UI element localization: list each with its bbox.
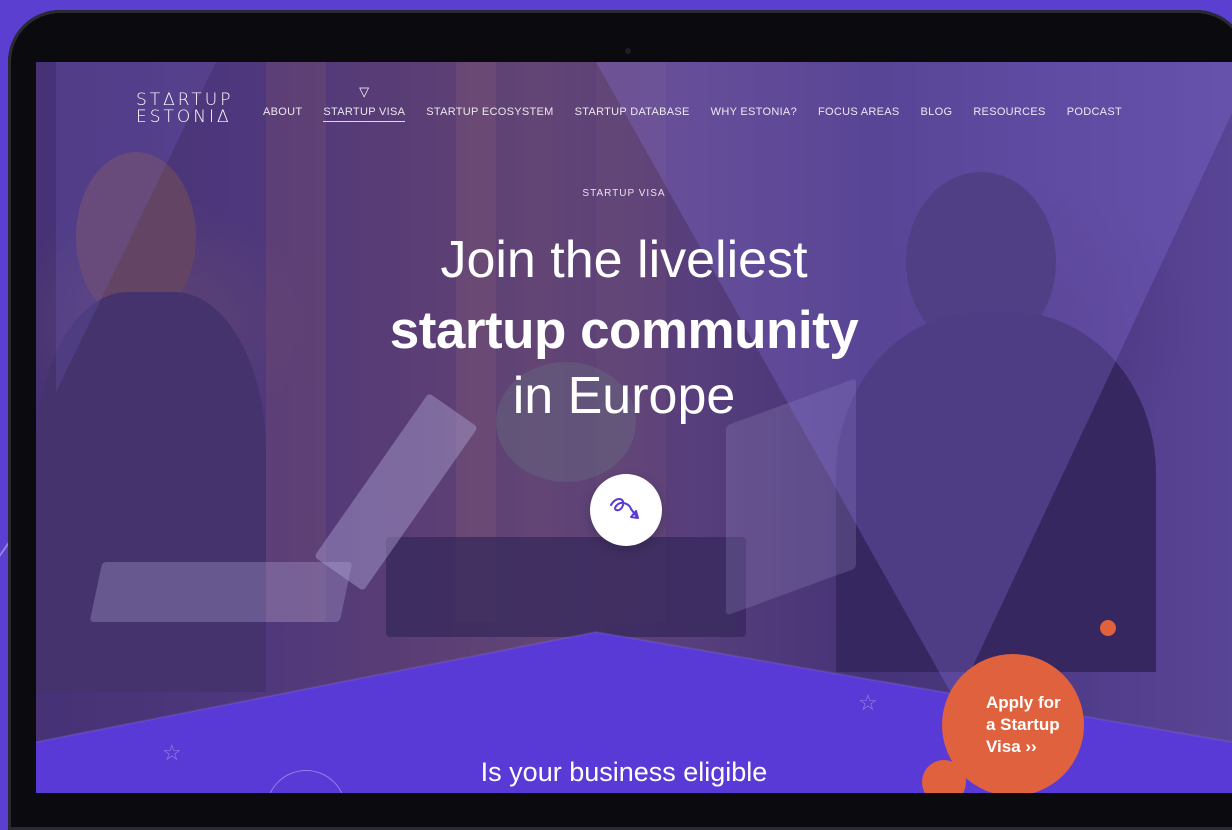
scroll-down-button[interactable] xyxy=(590,474,662,546)
hero-eyebrow: STARTUP VISA xyxy=(582,188,666,199)
decorative-dot xyxy=(1100,620,1116,636)
apply-label-line-2: a Startup xyxy=(986,715,1060,734)
nav-item-startup-visa[interactable]: ▽ STARTUP VISA xyxy=(323,84,406,122)
nav-item-about[interactable]: ABOUT xyxy=(263,106,302,122)
hero-headline-line-3: in Europe xyxy=(512,367,736,425)
nav-item-label: STARTUP VISA xyxy=(323,106,406,118)
main-navigation: STΔRTUP ESTONIΔ ABOUT ▽ STARTUP VISA STA… xyxy=(136,84,1136,130)
hero-headline-line-1: Join the liveliest xyxy=(440,231,808,289)
nav-item-startup-ecosystem[interactable]: STARTUP ECOSYSTEM xyxy=(426,106,553,122)
startup-estonia-logo[interactable]: STΔRTUP ESTONIΔ xyxy=(136,92,233,126)
nav-item-resources[interactable]: RESOURCES xyxy=(973,106,1045,122)
apply-startup-visa-button[interactable]: Apply for a Startup Visa ›› xyxy=(942,654,1084,793)
nav-item-focus-areas[interactable]: FOCUS AREAS xyxy=(818,106,900,122)
swirl-arrow-icon xyxy=(610,498,639,519)
star-icon: ☆ xyxy=(858,690,878,715)
camera-icon xyxy=(625,48,631,54)
website-screen: STΔRTUP ESTONIΔ ABOUT ▽ STARTUP VISA STA… xyxy=(36,62,1232,793)
nav-item-podcast[interactable]: PODCAST xyxy=(1067,106,1122,122)
nav-item-startup-database[interactable]: STARTUP DATABASE xyxy=(575,106,690,122)
nav-items: ABOUT ▽ STARTUP VISA STARTUP ECOSYSTEM S… xyxy=(263,84,1143,122)
apply-label-line-1: Apply for xyxy=(986,693,1061,712)
triangle-down-icon: ▽ xyxy=(359,84,370,99)
apply-label-line-3: Visa ›› xyxy=(986,737,1037,756)
logo-line-2: ESTONIΔ xyxy=(136,107,232,127)
nav-item-why-estonia[interactable]: WHY ESTONIA? xyxy=(711,106,797,122)
hero-headline-line-2: startup community xyxy=(389,301,859,360)
nav-item-blog[interactable]: BLOG xyxy=(921,106,953,122)
